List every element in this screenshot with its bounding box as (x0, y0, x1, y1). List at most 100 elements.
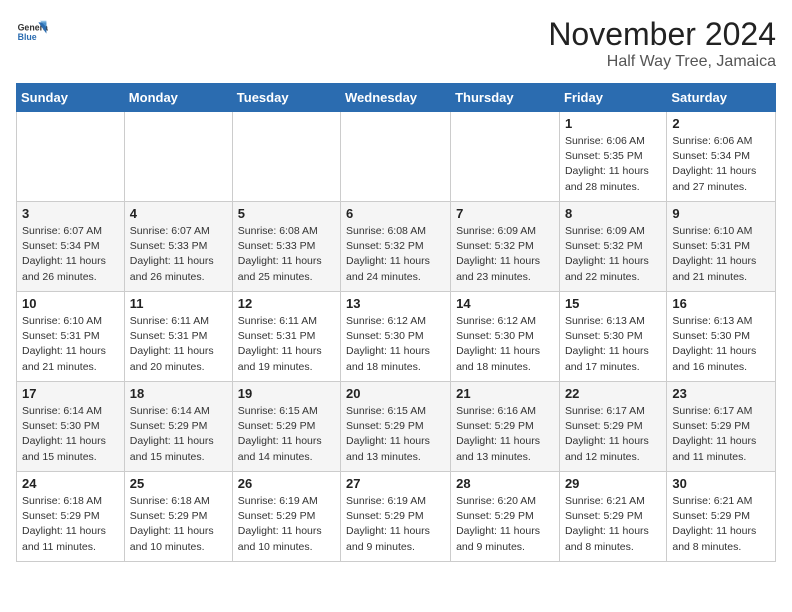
day-number: 7 (456, 206, 554, 221)
calendar-week-row: 24 Sunrise: 6:18 AMSunset: 5:29 PMDayligh… (17, 472, 776, 562)
calendar-day-cell: 7 Sunrise: 6:09 AMSunset: 5:32 PMDaylight… (451, 202, 560, 292)
day-number: 3 (22, 206, 119, 221)
col-header-monday: Monday (124, 84, 232, 112)
day-number: 23 (672, 386, 770, 401)
empty-day-cell (232, 112, 340, 202)
calendar-week-row: 17 Sunrise: 6:14 AMSunset: 5:30 PMDayligh… (17, 382, 776, 472)
day-number: 4 (130, 206, 227, 221)
calendar-week-row: 10 Sunrise: 6:10 AMSunset: 5:31 PMDayligh… (17, 292, 776, 382)
calendar-day-cell: 5Sunrise: 6:08 AMSunset: 5:33 PMDaylight… (232, 202, 340, 292)
day-info: Sunrise: 6:10 AMSunset: 5:31 PMDaylight:… (672, 224, 770, 285)
empty-day-cell (341, 112, 451, 202)
calendar-day-cell: 29 Sunrise: 6:21 AMSunset: 5:29 PMDayligh… (559, 472, 666, 562)
calendar-day-cell: 19Sunrise: 6:15 AMSunset: 5:29 PMDayligh… (232, 382, 340, 472)
col-header-friday: Friday (559, 84, 666, 112)
calendar-day-cell: 10 Sunrise: 6:10 AMSunset: 5:31 PMDayligh… (17, 292, 125, 382)
day-info: Sunrise: 6:21 AMSunset: 5:29 PMDaylight:… (672, 494, 770, 555)
day-number: 2 (672, 116, 770, 131)
location-subtitle: Half Way Tree, Jamaica (548, 53, 776, 71)
day-info: Sunrise: 6:07 AMSunset: 5:34 PMDaylight:… (22, 224, 119, 285)
page-header: General Blue November 2024 Half Way Tree… (16, 16, 776, 71)
day-info: Sunrise: 6:14 AMSunset: 5:29 PMDaylight:… (130, 404, 227, 465)
day-number: 18 (130, 386, 227, 401)
day-info: Sunrise: 6:17 AMSunset: 5:29 PMDaylight:… (565, 404, 661, 465)
logo-icon: General Blue (16, 16, 48, 48)
day-info: Sunrise: 6:10 AMSunset: 5:31 PMDaylight:… (22, 314, 119, 375)
day-info: Sunrise: 6:20 AMSunset: 5:29 PMDaylight:… (456, 494, 554, 555)
day-info: Sunrise: 6:15 AMSunset: 5:29 PMDaylight:… (346, 404, 445, 465)
calendar-day-cell: 25 Sunrise: 6:18 AMSunset: 5:29 PMDayligh… (124, 472, 232, 562)
day-info: Sunrise: 6:14 AMSunset: 5:30 PMDaylight:… (22, 404, 119, 465)
day-info: Sunrise: 6:18 AMSunset: 5:29 PMDaylight:… (22, 494, 119, 555)
calendar-day-cell: 16 Sunrise: 6:13 AMSunset: 5:30 PMDayligh… (667, 292, 776, 382)
day-number: 21 (456, 386, 554, 401)
day-info: Sunrise: 6:12 AMSunset: 5:30 PMDaylight:… (346, 314, 445, 375)
day-info: Sunrise: 6:18 AMSunset: 5:29 PMDaylight:… (130, 494, 227, 555)
calendar-day-cell: 12 Sunrise: 6:11 AMSunset: 5:31 PMDayligh… (232, 292, 340, 382)
day-info: Sunrise: 6:09 AMSunset: 5:32 PMDaylight:… (565, 224, 661, 285)
day-info: Sunrise: 6:11 AMSunset: 5:31 PMDaylight:… (238, 314, 335, 375)
calendar-day-cell: 21Sunrise: 6:16 AMSunset: 5:29 PMDayligh… (451, 382, 560, 472)
calendar-day-cell: 28 Sunrise: 6:20 AMSunset: 5:29 PMDayligh… (451, 472, 560, 562)
day-number: 1 (565, 116, 661, 131)
calendar-day-cell: 6 Sunrise: 6:08 AMSunset: 5:32 PMDaylight… (341, 202, 451, 292)
day-number: 12 (238, 296, 335, 311)
calendar-day-cell: 3 Sunrise: 6:07 AMSunset: 5:34 PMDaylight… (17, 202, 125, 292)
day-number: 28 (456, 476, 554, 491)
day-number: 9 (672, 206, 770, 221)
calendar-day-cell: 13 Sunrise: 6:12 AMSunset: 5:30 PMDayligh… (341, 292, 451, 382)
title-block: November 2024 Half Way Tree, Jamaica (548, 16, 776, 71)
day-number: 15 (565, 296, 661, 311)
calendar-week-row: 1 Sunrise: 6:06 AMSunset: 5:35 PMDaylight… (17, 112, 776, 202)
day-info: Sunrise: 6:08 AMSunset: 5:33 PMDaylight:… (238, 224, 335, 285)
empty-day-cell (124, 112, 232, 202)
calendar-day-cell: 14Sunrise: 6:12 AMSunset: 5:30 PMDayligh… (451, 292, 560, 382)
day-info: Sunrise: 6:19 AMSunset: 5:29 PMDaylight:… (238, 494, 335, 555)
day-number: 24 (22, 476, 119, 491)
calendar-day-cell: 11 Sunrise: 6:11 AMSunset: 5:31 PMDayligh… (124, 292, 232, 382)
calendar-header-row: SundayMondayTuesdayWednesdayThursdayFrid… (17, 84, 776, 112)
calendar-day-cell: 30Sunrise: 6:21 AMSunset: 5:29 PMDayligh… (667, 472, 776, 562)
day-info: Sunrise: 6:21 AMSunset: 5:29 PMDaylight:… (565, 494, 661, 555)
calendar-day-cell: 2 Sunrise: 6:06 AMSunset: 5:34 PMDaylight… (667, 112, 776, 202)
col-header-sunday: Sunday (17, 84, 125, 112)
day-number: 10 (22, 296, 119, 311)
day-info: Sunrise: 6:09 AMSunset: 5:32 PMDaylight:… (456, 224, 554, 285)
day-number: 13 (346, 296, 445, 311)
calendar-day-cell: 26 Sunrise: 6:19 AMSunset: 5:29 PMDayligh… (232, 472, 340, 562)
calendar-day-cell: 23 Sunrise: 6:17 AMSunset: 5:29 PMDayligh… (667, 382, 776, 472)
day-number: 25 (130, 476, 227, 491)
col-header-saturday: Saturday (667, 84, 776, 112)
day-number: 27 (346, 476, 445, 491)
empty-day-cell (17, 112, 125, 202)
svg-text:Blue: Blue (18, 32, 37, 42)
calendar-table: SundayMondayTuesdayWednesdayThursdayFrid… (16, 83, 776, 562)
day-info: Sunrise: 6:12 AMSunset: 5:30 PMDaylight:… (456, 314, 554, 375)
calendar-day-cell: 24 Sunrise: 6:18 AMSunset: 5:29 PMDayligh… (17, 472, 125, 562)
logo: General Blue (16, 16, 48, 48)
calendar-day-cell: 8 Sunrise: 6:09 AMSunset: 5:32 PMDaylight… (559, 202, 666, 292)
day-number: 8 (565, 206, 661, 221)
calendar-day-cell: 9 Sunrise: 6:10 AMSunset: 5:31 PMDaylight… (667, 202, 776, 292)
day-number: 20 (346, 386, 445, 401)
day-info: Sunrise: 6:13 AMSunset: 5:30 PMDaylight:… (672, 314, 770, 375)
col-header-wednesday: Wednesday (341, 84, 451, 112)
col-header-tuesday: Tuesday (232, 84, 340, 112)
day-info: Sunrise: 6:06 AMSunset: 5:35 PMDaylight:… (565, 134, 661, 195)
day-number: 29 (565, 476, 661, 491)
day-info: Sunrise: 6:17 AMSunset: 5:29 PMDaylight:… (672, 404, 770, 465)
calendar-day-cell: 17 Sunrise: 6:14 AMSunset: 5:30 PMDayligh… (17, 382, 125, 472)
calendar-day-cell: 15 Sunrise: 6:13 AMSunset: 5:30 PMDayligh… (559, 292, 666, 382)
day-info: Sunrise: 6:11 AMSunset: 5:31 PMDaylight:… (130, 314, 227, 375)
day-number: 6 (346, 206, 445, 221)
day-info: Sunrise: 6:13 AMSunset: 5:30 PMDaylight:… (565, 314, 661, 375)
day-number: 11 (130, 296, 227, 311)
calendar-day-cell: 20 Sunrise: 6:15 AMSunset: 5:29 PMDayligh… (341, 382, 451, 472)
day-number: 16 (672, 296, 770, 311)
col-header-thursday: Thursday (451, 84, 560, 112)
day-number: 17 (22, 386, 119, 401)
day-number: 26 (238, 476, 335, 491)
day-info: Sunrise: 6:08 AMSunset: 5:32 PMDaylight:… (346, 224, 445, 285)
day-number: 22 (565, 386, 661, 401)
day-info: Sunrise: 6:06 AMSunset: 5:34 PMDaylight:… (672, 134, 770, 195)
